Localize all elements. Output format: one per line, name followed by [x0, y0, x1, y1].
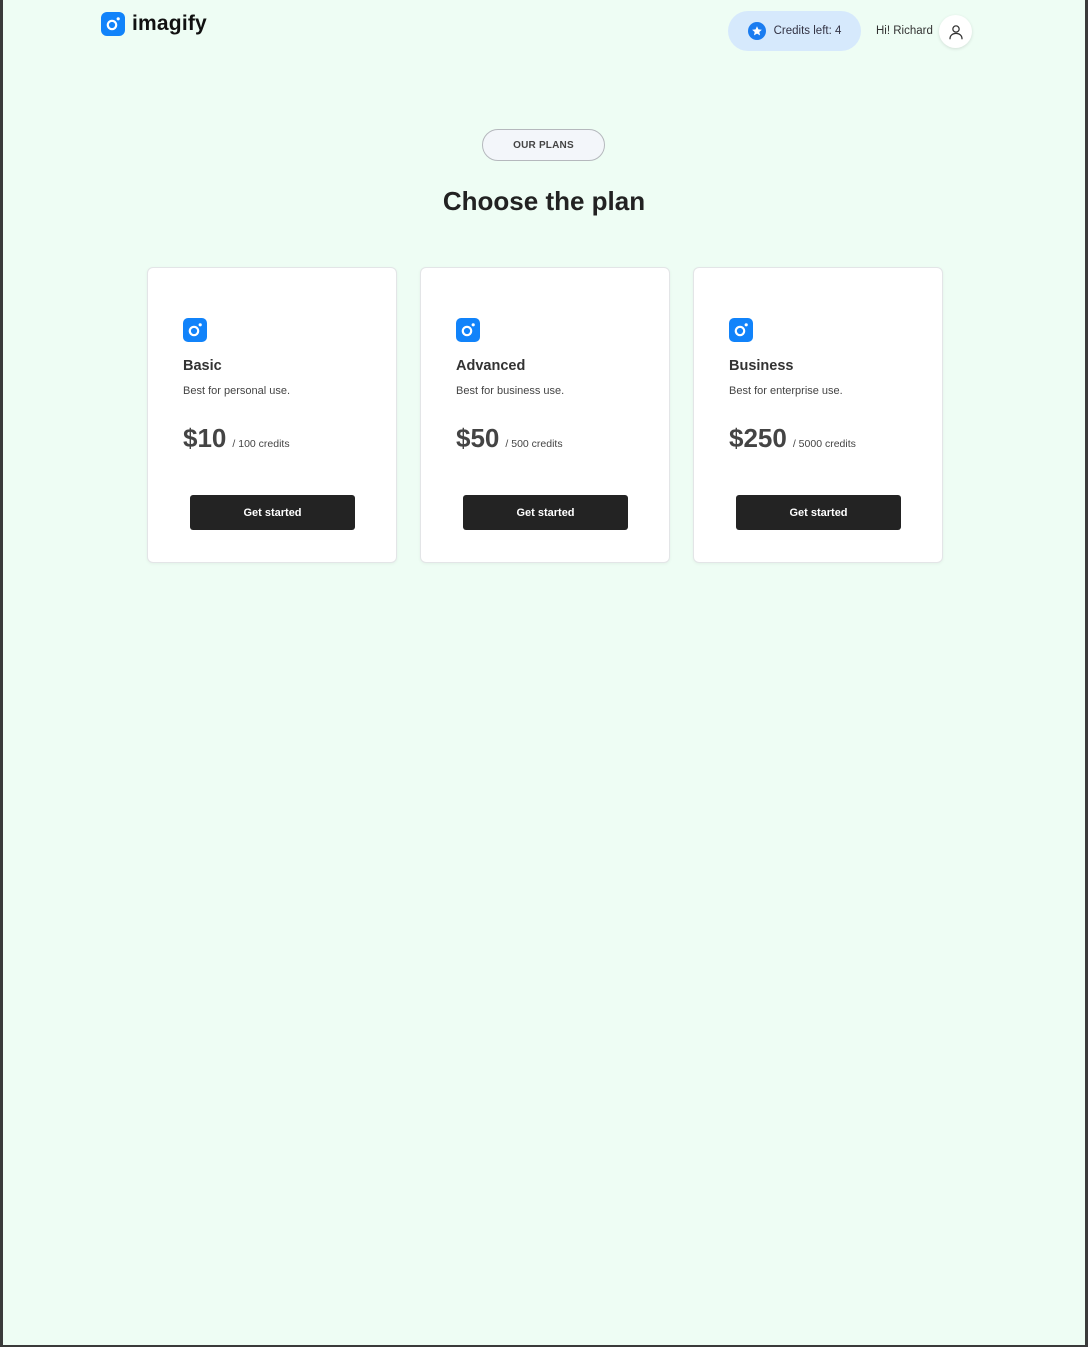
plan-logo-icon [456, 318, 480, 342]
brand-logo[interactable]: imagify [101, 12, 207, 36]
page-title: Choose the plan [442, 186, 646, 216]
plan-price-amount: $50 [456, 423, 500, 453]
get-started-button[interactable]: Get started [463, 495, 628, 530]
plan-price-amount: $10 [183, 423, 227, 453]
user-avatar[interactable] [939, 15, 972, 48]
plan-logo-icon [729, 318, 753, 342]
plan-description: Best for enterprise use. [729, 385, 843, 397]
plan-card-basic: Basic Best for personal use. $10 / 100 c… [147, 267, 397, 563]
user-greeting: Hi! Richard [876, 25, 933, 37]
user-icon [948, 24, 963, 39]
brand-logo-icon [101, 12, 125, 36]
star-badge-icon [747, 22, 766, 40]
brand-name: imagify [132, 12, 207, 35]
plan-price: $250 / 5000 credits [729, 423, 856, 454]
get-started-button[interactable]: Get started [736, 495, 901, 530]
plan-price: $10 / 100 credits [183, 423, 290, 454]
get-started-button[interactable]: Get started [190, 495, 355, 530]
credits-button[interactable]: Credits left: 4 [728, 11, 861, 51]
plan-credits: / 5000 credits [792, 438, 856, 450]
plan-logo-icon [183, 318, 207, 342]
plan-card-business: Business Best for enterprise use. $250 /… [693, 267, 943, 563]
page: imagify Credits left: 4 Hi! Richard OUR … [3, 0, 1085, 1345]
plan-card-advanced: Advanced Best for business use. $50 / 50… [420, 267, 670, 563]
plan-name: Business [729, 358, 794, 374]
our-plans-badge: OUR PLANS [482, 129, 605, 161]
plan-price: $50 / 500 credits [456, 423, 563, 454]
plan-price-amount: $250 [729, 423, 787, 453]
plan-description: Best for business use. [456, 385, 565, 397]
plan-credits: / 100 credits [232, 438, 290, 450]
plan-description: Best for personal use. [183, 385, 291, 397]
plan-name: Advanced [456, 358, 526, 374]
plan-credits: / 500 credits [505, 438, 563, 450]
credits-label: Credits left: 4 [773, 25, 842, 37]
plan-name: Basic [183, 358, 222, 374]
